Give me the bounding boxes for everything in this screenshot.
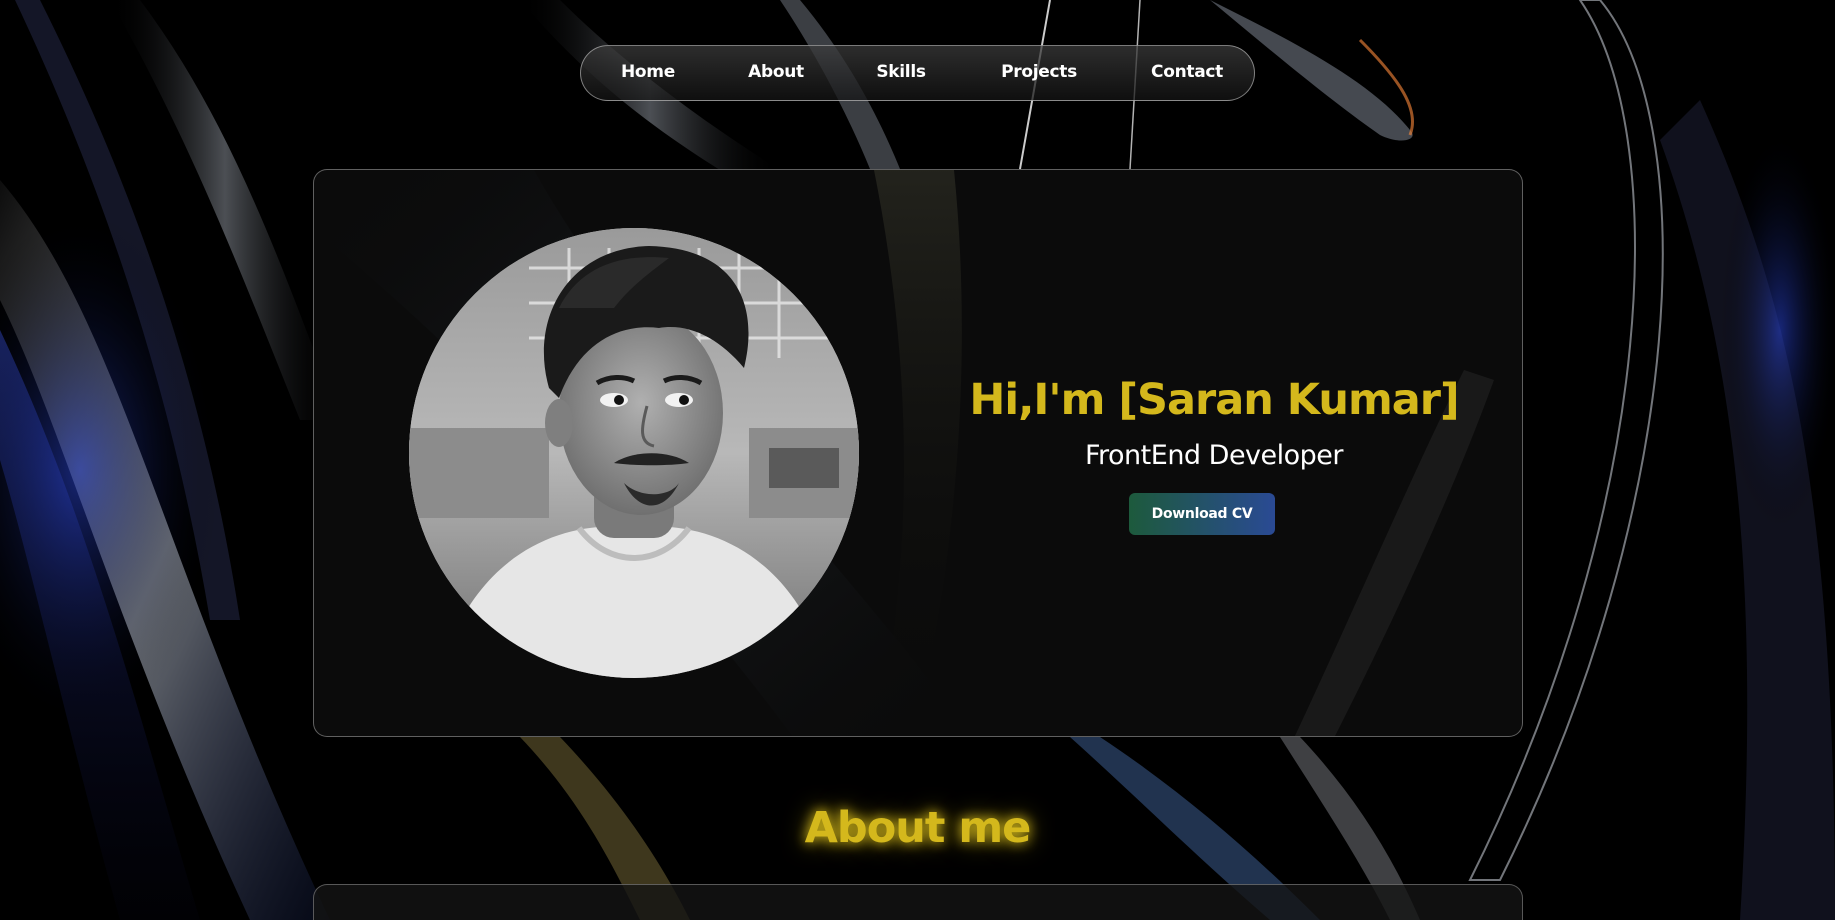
download-cv-button[interactable]: Download CV: [1129, 493, 1275, 535]
portfolio-page: Home About Skills Projects Contact Hi,I'…: [0, 0, 1835, 920]
hero-card: Hi,I'm [Saran Kumar] FrontEnd Developer …: [313, 169, 1523, 737]
nav-item-skills[interactable]: Skills: [876, 46, 926, 99]
about-card: [313, 884, 1523, 920]
about-heading: About me: [804, 803, 1032, 853]
nav-item-contact[interactable]: Contact: [1151, 46, 1223, 99]
top-nav: Home About Skills Projects Contact: [580, 45, 1255, 101]
nav-item-about[interactable]: About: [746, 46, 806, 99]
profile-photo: [409, 228, 859, 678]
hero-title: Hi,I'm [Saran Kumar]: [969, 375, 1459, 425]
hero-subtitle: FrontEnd Developer: [1084, 440, 1344, 471]
nav-item-projects[interactable]: Projects: [1001, 46, 1077, 99]
nav-item-home[interactable]: Home: [621, 46, 675, 99]
